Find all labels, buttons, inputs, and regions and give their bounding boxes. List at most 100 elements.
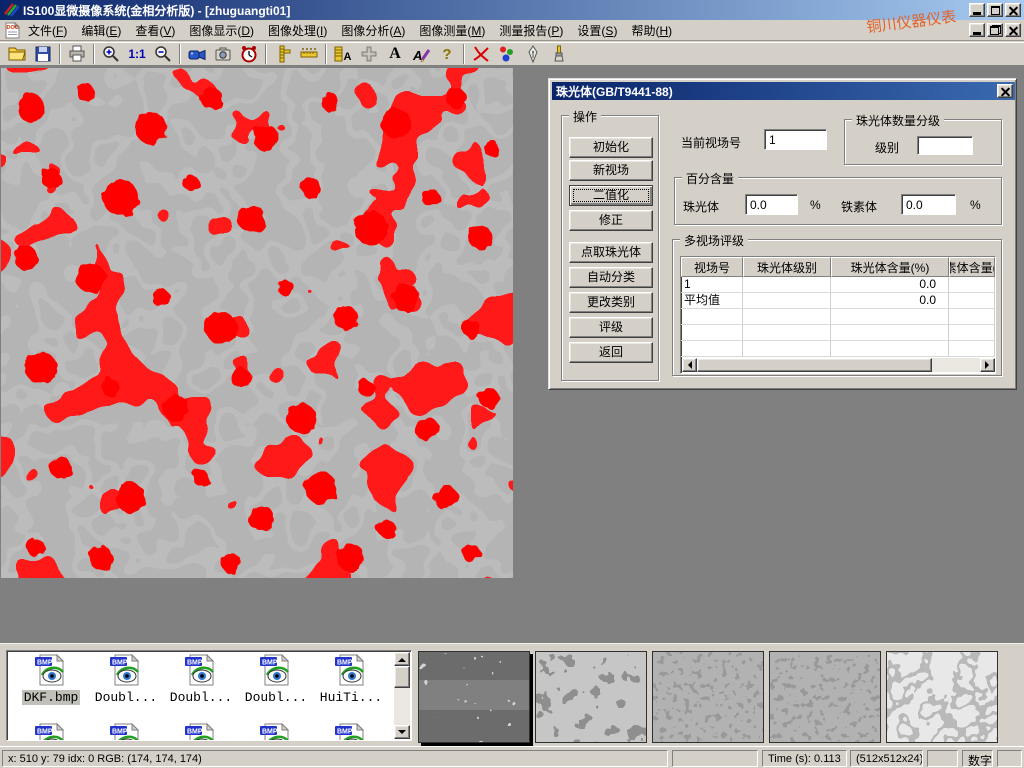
menu-item-file[interactable]: 文件(F) [21,19,74,42]
current-field-input[interactable] [764,129,827,150]
zoom-out-button[interactable] [150,43,176,65]
table-row[interactable]: 平均值 0.0 [681,293,995,309]
minimize-button[interactable] [969,3,985,17]
file-item-partial[interactable] [240,723,312,741]
metallographic-image[interactable] [1,68,513,578]
file-item[interactable]: DKF.bmp [15,654,87,705]
mdi-restore-button[interactable] [987,23,1003,37]
correct-button[interactable]: 修正 [569,210,653,231]
file-item[interactable]: HuiTi... [315,654,387,705]
bmp-file-icon [34,654,68,686]
status-position: x: 510 y: 79 idx: 0 RGB: (174, 174, 174) [2,750,668,767]
init-button[interactable]: 初始化 [569,137,653,158]
auto-classify-button[interactable]: 自动分类 [569,267,653,288]
menu-item-report[interactable]: 测量报告(P) [492,19,570,42]
cell-field [681,325,743,341]
menu-label: ) [613,24,617,38]
help-icon: ? [442,46,451,63]
thumbnail-5[interactable] [886,651,998,743]
menu-item-image-analysis[interactable]: 图像分析(A) [334,19,412,42]
mdi-close-button[interactable] [1005,23,1021,37]
ferrite-percent-input[interactable] [901,194,956,215]
pen-tool-button[interactable] [520,43,546,65]
zoom-in-button[interactable] [98,43,124,65]
file-list[interactable]: DKF.bmp Doubl... Doubl... Doubl... HuiTi… [6,650,412,741]
file-item-partial[interactable] [315,723,387,741]
level-input[interactable] [917,136,973,155]
toolbar: 1:1 A A A ? [0,42,1024,66]
save-button[interactable] [30,43,56,65]
menu-item-image-display[interactable]: 图像显示(D) [182,19,261,42]
photo-capture-button[interactable] [210,43,236,65]
window-title: IS100显微摄像系统(金相分析版) - [zhuguangti01] [23,2,290,19]
scroll-down-button[interactable] [394,725,410,739]
brush-tool-button[interactable] [546,43,572,65]
scroll-left-button[interactable] [682,358,697,372]
rating-table[interactable]: 视场号 珠光体级别 珠光体含量(%) 铁素体含量(%) 1 0.0 平均值 0.… [680,256,996,374]
menu-item-settings[interactable]: 设置(S) [570,19,624,42]
file-item[interactable]: Doubl... [240,654,312,705]
menu-item-image-measure[interactable]: 图像测量(M) [412,19,492,42]
zoom-actual-button[interactable]: 1:1 [124,43,150,65]
pick-pearlite-button[interactable]: 点取珠光体 [569,242,653,263]
help-button[interactable]: ? [434,43,460,65]
file-list-scrollbar[interactable] [394,652,410,739]
file-item-partial[interactable] [90,723,162,741]
text-annotation-button[interactable]: A [382,43,408,65]
scroll-up-button[interactable] [394,652,410,666]
file-item[interactable]: Doubl... [165,654,237,705]
return-button[interactable]: 返回 [569,342,653,363]
menu-label: ) [323,24,327,38]
scroll-right-button[interactable] [980,358,995,372]
thumbnail-1[interactable] [418,651,530,743]
video-capture-button[interactable] [184,43,210,65]
table-row[interactable]: 1 0.0 [681,277,995,293]
menu-label: 帮助( [631,24,659,38]
file-item-partial[interactable] [15,723,87,741]
toolbar-separator [59,44,61,64]
one-to-one-icon: 1:1 [128,47,145,61]
caliper-measure-button[interactable] [270,43,296,65]
scrollbar-thumb[interactable] [394,666,410,688]
menu-item-image-process[interactable]: 图像处理(I) [261,19,334,42]
grid-overlay-button[interactable] [356,43,382,65]
maximize-button[interactable] [987,3,1003,17]
thumbnail-2[interactable] [535,651,647,743]
menu-item-edit[interactable]: 编辑(E) [74,19,128,42]
pearlite-percent-input[interactable] [745,194,798,215]
document-icon[interactable]: DOC [4,22,21,39]
file-item-partial[interactable] [165,723,237,741]
table-horizontal-scrollbar[interactable] [682,358,995,372]
file-item[interactable]: Doubl... [90,654,162,705]
print-icon [67,44,87,64]
thumbnail-4[interactable] [769,651,881,743]
phase-colors-button[interactable] [494,43,520,65]
status-bar: x: 510 y: 79 idx: 0 RGB: (174, 174, 174)… [0,746,1024,768]
table-row[interactable] [681,309,995,325]
scrollbar-track[interactable] [394,688,410,725]
binarize-button[interactable]: 二值化 [569,185,653,206]
new-field-button[interactable]: 新视场 [569,160,653,181]
erase-curve-button[interactable] [468,43,494,65]
mdi-minimize-button[interactable] [969,23,985,37]
text-edit-button[interactable]: A [408,43,434,65]
current-field-label: 当前视场号 [681,134,741,151]
scrollbar-track[interactable] [932,358,980,372]
open-button[interactable] [4,43,30,65]
thumbnail-3[interactable] [652,651,764,743]
menu-item-help[interactable]: 帮助(H) [624,19,679,42]
measure-label-button[interactable]: A [330,43,356,65]
timer-capture-button[interactable] [236,43,262,65]
print-button[interactable] [64,43,90,65]
ruler-measure-button[interactable] [296,43,322,65]
close-button[interactable] [1005,3,1021,17]
rate-button[interactable]: 评级 [569,317,653,338]
table-row[interactable] [681,341,995,357]
change-class-button[interactable]: 更改类别 [569,292,653,313]
scrollbar-thumb[interactable] [697,358,932,372]
dialog-close-button[interactable] [997,84,1013,98]
dialog-title-bar[interactable]: 珠光体(GB/T9441-88) [552,82,1015,100]
menu-item-view[interactable]: 查看(V) [128,19,182,42]
menu-label: ) [63,24,67,38]
table-row[interactable] [681,325,995,341]
